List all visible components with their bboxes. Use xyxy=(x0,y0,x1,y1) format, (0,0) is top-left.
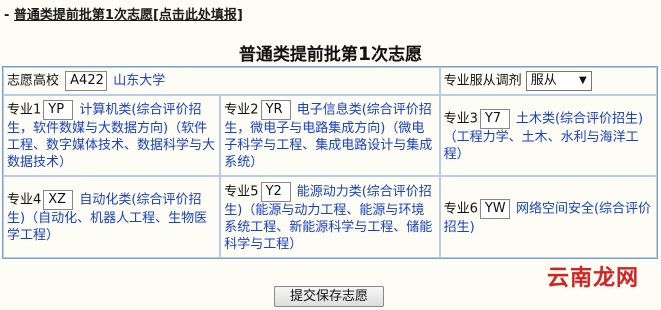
watermark-logo: 云南龙网 xyxy=(546,265,639,291)
major-cell-1: 专业1 YP 计算机类(综合评价招生，软件数媒与大数据方向)（软件工程、数字媒体技… xyxy=(3,95,221,176)
chevron-down-icon: ▼ xyxy=(579,75,587,86)
major-code-input[interactable]: YW xyxy=(479,198,510,219)
major-code-input[interactable]: YP xyxy=(43,100,74,120)
major-name: 土木类(综合评价招生) xyxy=(515,111,644,126)
link-prefix: - xyxy=(4,8,14,23)
major-cell-5: 专业5 Y2 能源动力类(综合评价招生)（能源与动力工程、能源与环境系统工程、新能… xyxy=(220,176,440,258)
major-cell-2: 专业2 YR 电子信息类(综合评价招生，微电子与电路集成方向)（微电子科学与工程、… xyxy=(220,95,440,176)
major-cell-4: 专业4 XZ 自动化类(综合评价招生)（自动化、机器人工程、生物医学工程） xyxy=(3,176,221,258)
application-form: 志愿高校 A422 山东大学 专业服从调剂 服从 ▼ 专业1 YP 计算机类(综合评… xyxy=(2,66,658,259)
adjust-label: 专业服从调剂 xyxy=(443,73,522,89)
major-code-input[interactable]: Y7 xyxy=(479,108,510,129)
major-detail: （工程力学、土木、水利与海洋工程） xyxy=(443,129,639,162)
school-name: 山东大学 xyxy=(113,73,166,89)
adjust-cell: 专业服从调剂 服从 ▼ xyxy=(439,67,657,95)
link-text[interactable]: 普通类提前批第1次志愿[点击此处填报] xyxy=(14,8,243,23)
major-code-input[interactable]: YR xyxy=(260,100,291,120)
submit-button[interactable]: 提交保存志愿 xyxy=(274,286,384,307)
major-code-input[interactable]: XZ xyxy=(43,190,74,210)
form-link[interactable]: - 普通类提前批第1次志愿[点击此处填报] xyxy=(4,4,243,23)
adjust-select[interactable]: 服从 ▼ xyxy=(525,71,592,91)
page-title: 普通类提前批第1次志愿 xyxy=(238,43,423,65)
school-cell: 志愿高校 A422 山东大学 xyxy=(3,67,440,95)
major-detail: （能源与动力工程、能源与环境系统工程、新能源科学与工程、储能科学与工程） xyxy=(224,202,433,252)
major-cell-3: 专业3 Y7 土木类(综合评价招生)（工程力学、土木、水利与海洋工程） xyxy=(439,95,657,176)
school-code-input[interactable]: A422 xyxy=(65,71,108,91)
school-label: 志愿高校 xyxy=(7,73,60,89)
major-cell-6: 专业6 YW 网络空间安全(综合评价招生) xyxy=(439,176,657,258)
major-detail: （自动化、机器人工程、生物医学工程） xyxy=(7,211,208,243)
major-code-input[interactable]: Y2 xyxy=(260,181,291,202)
